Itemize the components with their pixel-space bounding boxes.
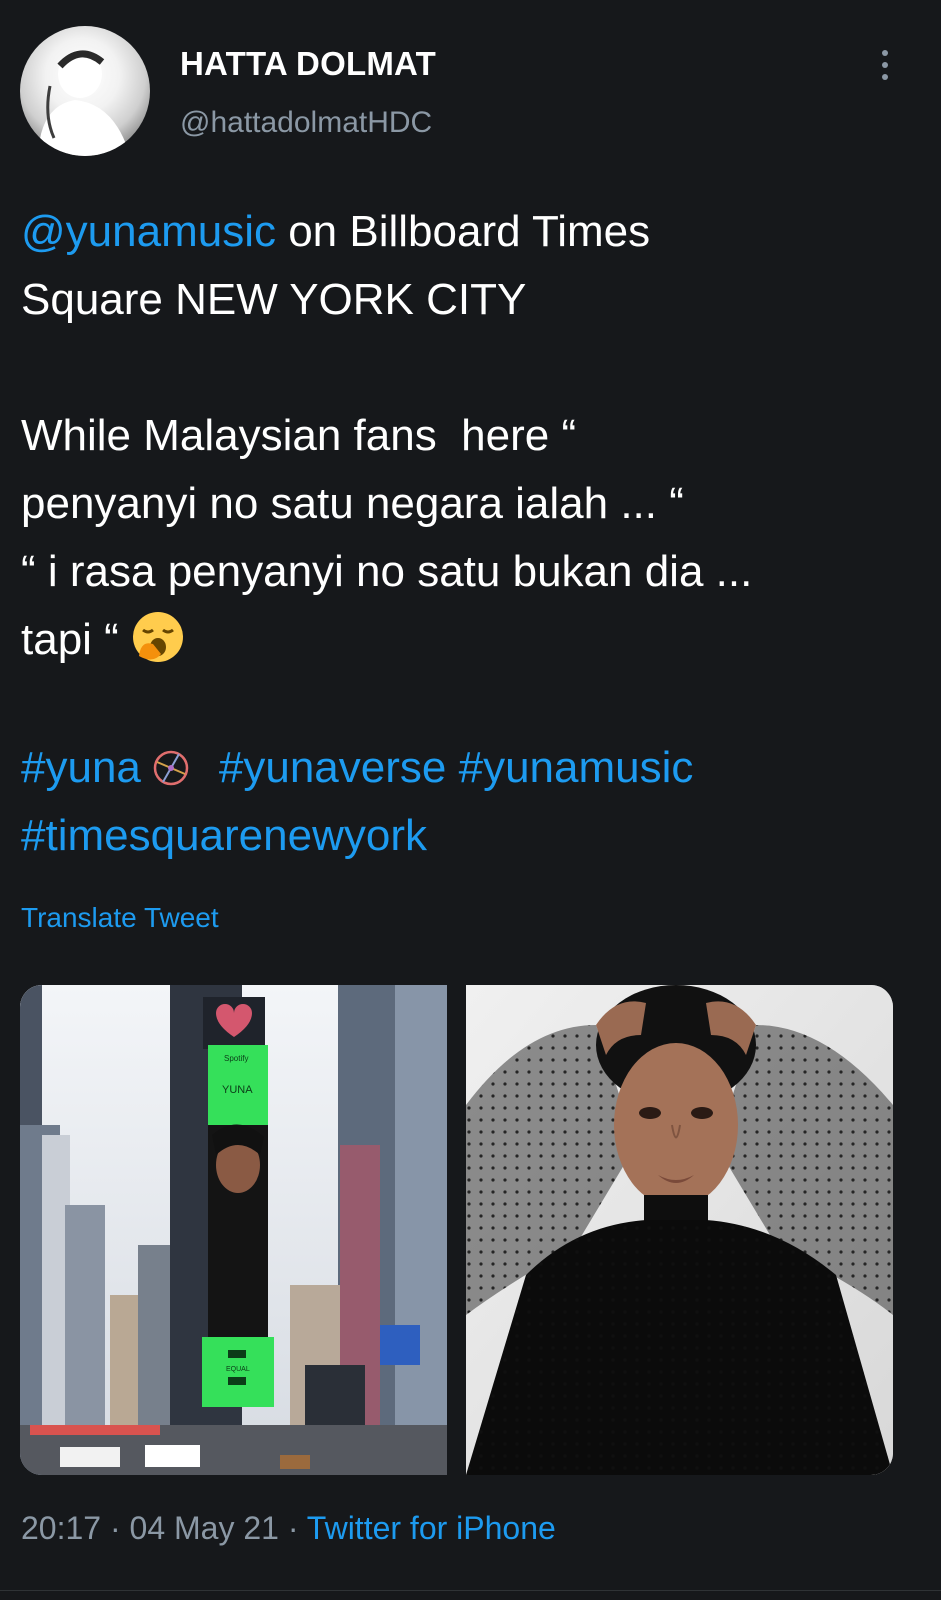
author-name[interactable]: HATTA DOLMAT xyxy=(180,45,436,83)
hashtag-timesquarenewyork[interactable]: #timesquarenewyork xyxy=(21,811,427,860)
author-handle[interactable]: @hattadolmatHDC xyxy=(180,106,432,140)
billboard-name: YUNA xyxy=(222,1084,253,1096)
hashtags: #yuna #yunaverse #yunamusic #timesquaren… xyxy=(21,734,921,870)
billboard-brand: Spotify xyxy=(224,1054,248,1063)
tweet-meta: 20:17 · 04 May 21 · Twitter for iPhone xyxy=(21,1510,556,1547)
satellite-emoji xyxy=(153,750,189,786)
translate-tweet-link[interactable]: Translate Tweet xyxy=(21,902,219,934)
tweet-line-6: tapi “ xyxy=(21,615,119,664)
tweet-line-4: penyanyi no satu negara ialah ... “ xyxy=(21,479,684,528)
hashtag-yunamusic[interactable]: #yunamusic xyxy=(459,743,694,792)
times-square-illustration: Spotify YUNA EQUAL xyxy=(20,985,447,1475)
tweet-source[interactable]: Twitter for iPhone xyxy=(307,1510,556,1546)
billboard-equal: EQUAL xyxy=(226,1366,250,1373)
hashtag-yuna[interactable]: #yuna xyxy=(21,743,141,792)
mention-link[interactable]: @yunamusic xyxy=(21,207,276,256)
media-grid: Spotify YUNA EQUAL xyxy=(20,985,893,1475)
yawning-face-emoji xyxy=(132,612,183,662)
hashtag-yunaverse[interactable]: #yunaverse xyxy=(219,743,446,792)
meta-separator: · xyxy=(278,1510,307,1546)
avatar-silhouette xyxy=(38,50,130,156)
portrait-illustration xyxy=(466,985,893,1475)
tweet-line-5: “ i rasa penyanyi no satu bukan dia ... xyxy=(21,547,753,596)
tweet-date[interactable]: 04 May 21 xyxy=(130,1510,279,1546)
meta-separator: · xyxy=(101,1510,130,1546)
tweet-line-1: on Billboard Times xyxy=(275,207,651,256)
tweet-line-2: Square NEW YORK CITY xyxy=(21,275,527,324)
divider xyxy=(0,1590,941,1591)
tweet-time[interactable]: 20:17 xyxy=(21,1510,101,1546)
portrait-photo[interactable] xyxy=(466,985,893,1475)
tweet-text: @yunamusic on Billboard Times Square NEW… xyxy=(21,198,921,674)
tweet-line-3: While Malaysian fans here “ xyxy=(21,411,577,460)
times-square-photo[interactable]: Spotify YUNA EQUAL xyxy=(20,985,447,1475)
avatar[interactable] xyxy=(20,26,150,156)
more-vertical-icon[interactable] xyxy=(880,50,890,86)
